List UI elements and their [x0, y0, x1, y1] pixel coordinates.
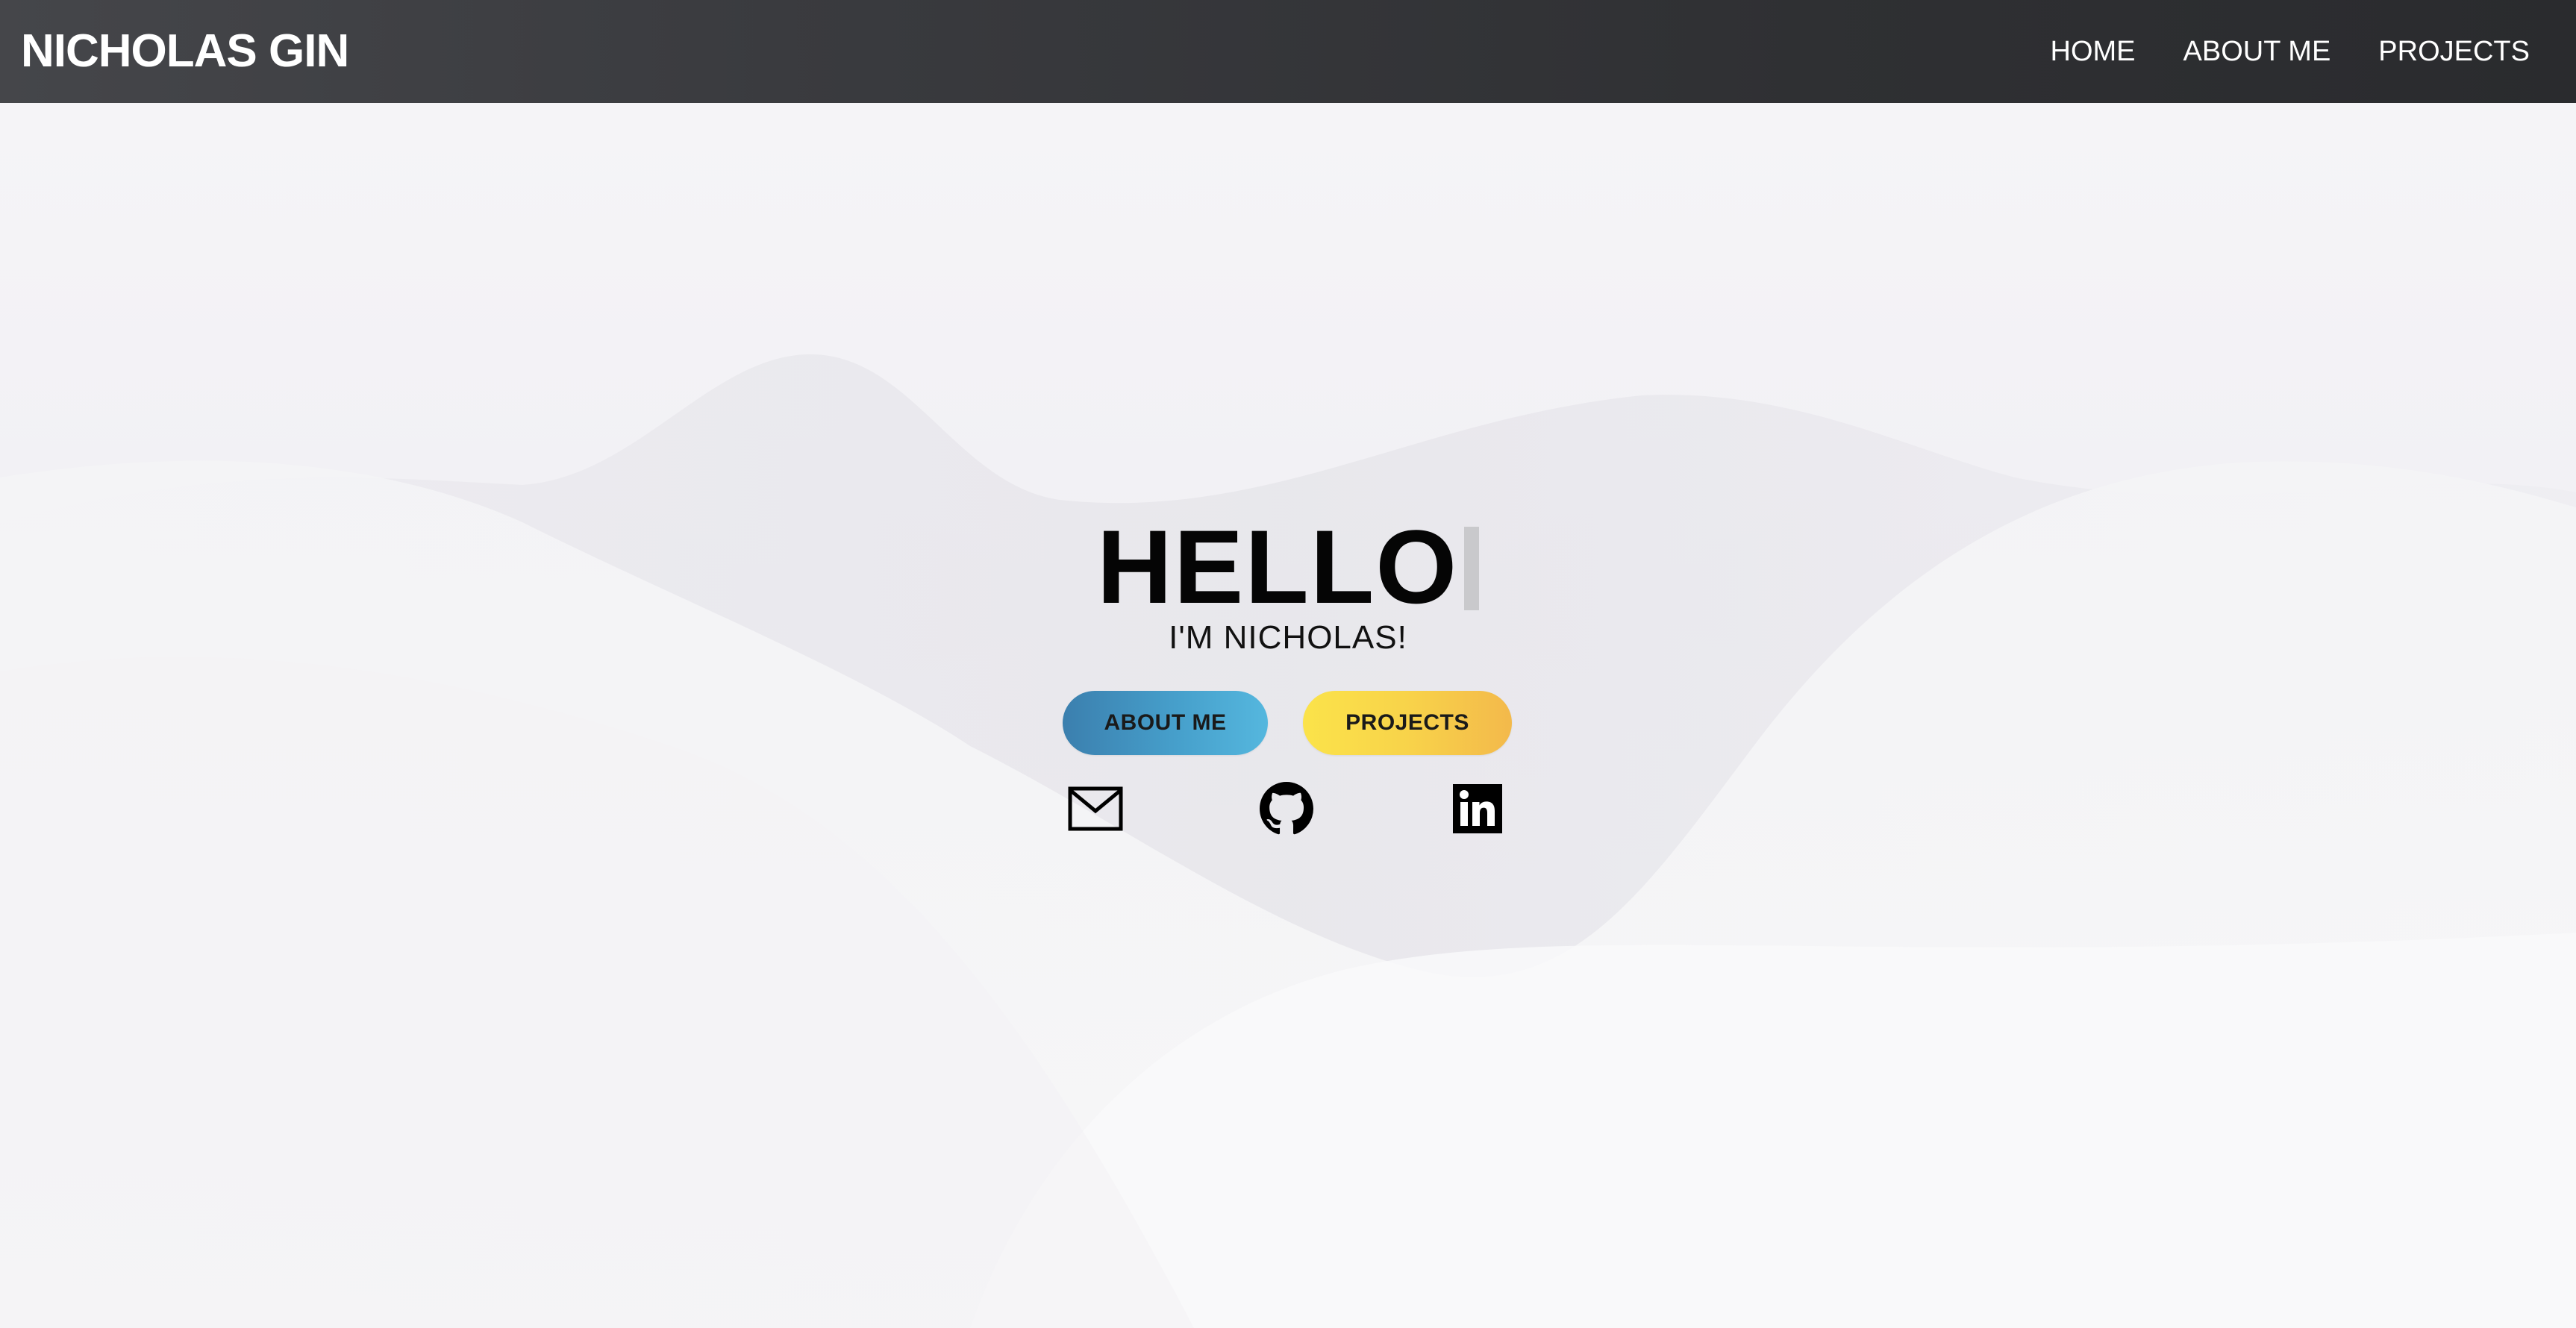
mail-icon	[1068, 786, 1123, 831]
greeting-text: HELLO	[1096, 508, 1459, 625]
nav-projects-link[interactable]: PROJECTS	[2378, 36, 2530, 68]
nav-home-link[interactable]: HOME	[2051, 36, 2136, 68]
brand-logo[interactable]: NICHOLAS GIN	[21, 0, 349, 103]
github-icon	[1260, 782, 1313, 835]
hero-section: HELLO I'M NICHOLAS! ABOUT ME PROJECTS	[0, 0, 2576, 1328]
linkedin-icon	[1453, 784, 1502, 833]
mail-link[interactable]	[1067, 782, 1124, 836]
linkedin-link[interactable]	[1449, 782, 1506, 836]
navbar: NICHOLAS GIN HOME ABOUT ME PROJECTS	[0, 0, 2576, 103]
nav-links: HOME ABOUT ME PROJECTS	[2051, 0, 2530, 103]
projects-button[interactable]: PROJECTS	[1303, 691, 1512, 755]
hero-greeting: HELLO	[0, 507, 2576, 627]
nav-about-link[interactable]: ABOUT ME	[2183, 36, 2331, 68]
github-link[interactable]	[1258, 782, 1315, 836]
typing-caret	[1464, 527, 1480, 610]
about-me-button[interactable]: ABOUT ME	[1063, 691, 1268, 755]
hero-subtitle: I'M NICHOLAS!	[1169, 619, 1407, 656]
